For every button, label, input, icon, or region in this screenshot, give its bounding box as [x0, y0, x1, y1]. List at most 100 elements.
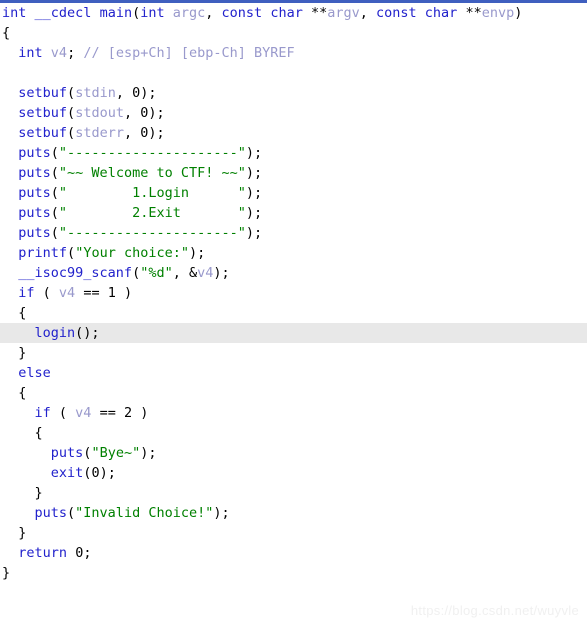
code-token-pun [2, 405, 35, 421]
code-token-fn: setbuf [18, 85, 68, 101]
code-token-fn: puts [18, 225, 51, 241]
code-line[interactable]: } [0, 483, 587, 503]
code-line[interactable]: puts("Bye~"); [0, 443, 587, 463]
code-line[interactable]: puts("~~ Welcome to CTF! ~~"); [0, 163, 587, 183]
code-line[interactable]: if ( v4 == 2 ) [0, 403, 587, 423]
code-token-var: v4 [50, 45, 68, 61]
code-token-str: " 2.Exit " [58, 205, 246, 221]
code-token-pun [2, 225, 18, 241]
pseudocode-listing[interactable]: int __cdecl main(int argc, const char **… [0, 3, 587, 583]
code-line[interactable]: } [0, 343, 587, 363]
code-token-var: envp [481, 5, 515, 21]
code-token-kw: if [18, 285, 35, 301]
code-token-kw: int [140, 5, 165, 21]
code-token-str: "Invalid Choice!" [75, 505, 214, 521]
code-line[interactable]: else [0, 363, 587, 383]
code-token-fn: __isoc99_scanf [18, 265, 133, 281]
code-token-var: stdin [75, 85, 116, 101]
code-line[interactable]: setbuf(stderr, 0); [0, 123, 587, 143]
code-token-num: 1 [107, 285, 116, 301]
code-token-pun: { [2, 25, 11, 41]
code-token-pun: (); [75, 325, 100, 341]
code-token-pun [26, 5, 34, 21]
code-line[interactable]: puts(" 2.Exit "); [0, 203, 587, 223]
code-line-highlighted[interactable]: login(); [0, 323, 587, 343]
code-token-pun: ; [83, 545, 92, 561]
code-token-pun: ); [148, 125, 165, 141]
code-token-var: stdout [75, 105, 124, 121]
code-line[interactable]: } [0, 523, 587, 543]
code-token-var: v4 [75, 405, 92, 421]
code-token-pun: ( [50, 405, 76, 421]
code-line[interactable]: { [0, 23, 587, 43]
code-token-pun [2, 165, 18, 181]
code-line[interactable] [0, 63, 587, 83]
code-token-pun: ( [67, 505, 76, 521]
code-token-str: "%d" [140, 265, 173, 281]
code-token-cmt: // [esp+Ch] [ebp-Ch] BYREF [83, 45, 295, 61]
code-line[interactable]: printf("Your choice:"); [0, 243, 587, 263]
code-token-pun: == [75, 285, 108, 301]
code-token-pun [2, 245, 18, 261]
code-token-pun: ( [67, 125, 76, 141]
code-line[interactable]: puts(" 1.Login "); [0, 183, 587, 203]
code-line[interactable]: return 0; [0, 543, 587, 563]
code-token-num: 2 [123, 405, 133, 421]
code-token-pun: , [123, 125, 141, 141]
code-token-pun [2, 505, 35, 521]
code-token-pun: ) [514, 5, 523, 21]
code-token-pun [2, 325, 35, 341]
code-token-fn: puts [18, 185, 51, 201]
code-token-pun [2, 45, 18, 61]
code-token-pun: , [115, 85, 133, 101]
code-token-pun: ( [132, 265, 141, 281]
code-token-pun: ); [99, 465, 116, 481]
code-token-pun: ( [34, 285, 59, 301]
code-token-pun: ( [67, 245, 76, 261]
code-token-pun: == [91, 405, 124, 421]
code-line[interactable]: int __cdecl main(int argc, const char **… [0, 3, 587, 23]
code-token-pun [2, 285, 18, 301]
code-token-str: "~~ Welcome to CTF! ~~" [58, 165, 246, 181]
code-token-pun [43, 45, 51, 61]
code-line[interactable]: int v4; // [esp+Ch] [ebp-Ch] BYREF [0, 43, 587, 63]
code-token-var: stderr [75, 125, 124, 141]
code-token-var: argv [327, 5, 360, 21]
code-token-pun: ** [457, 5, 482, 21]
code-line[interactable]: puts("---------------------"); [0, 143, 587, 163]
code-token-fn: setbuf [18, 125, 68, 141]
code-line[interactable]: setbuf(stdout, 0); [0, 103, 587, 123]
code-token-pun: , [359, 5, 377, 21]
code-token-kw: char [424, 5, 458, 21]
code-token-str: "---------------------" [58, 145, 246, 161]
code-token-num: 0 [91, 465, 100, 481]
code-token-kw: char [270, 5, 303, 21]
code-token-str: "Your choice:" [75, 245, 189, 261]
code-line[interactable]: exit(0); [0, 463, 587, 483]
code-line[interactable]: { [0, 423, 587, 443]
code-token-pun: { [2, 305, 27, 321]
code-token-pun: ); [245, 145, 263, 161]
code-line[interactable]: setbuf(stdin, 0); [0, 83, 587, 103]
code-line[interactable]: } [0, 563, 587, 583]
code-line[interactable]: { [0, 303, 587, 323]
code-line[interactable]: puts("Invalid Choice!"); [0, 503, 587, 523]
code-token-pun [2, 105, 18, 121]
code-line[interactable]: if ( v4 == 1 ) [0, 283, 587, 303]
code-token-pun: } [2, 485, 43, 501]
code-token-pun: ( [132, 5, 141, 21]
code-token-pun [91, 5, 99, 21]
code-line[interactable]: { [0, 383, 587, 403]
code-line[interactable]: puts("---------------------"); [0, 223, 587, 243]
code-token-fn: puts [34, 505, 68, 521]
code-token-pun: ) [115, 285, 133, 301]
code-token-fn: exit [50, 465, 84, 481]
code-line[interactable]: __isoc99_scanf("%d", &v4); [0, 263, 587, 283]
code-token-fn: puts [18, 165, 51, 181]
code-token-sym: __cdecl [34, 5, 92, 21]
code-token-pun [2, 185, 18, 201]
code-token-pun: } [2, 525, 27, 541]
code-token-pun: ( [50, 185, 59, 201]
code-token-str: "---------------------" [58, 225, 246, 241]
code-token-pun: } [2, 345, 27, 361]
